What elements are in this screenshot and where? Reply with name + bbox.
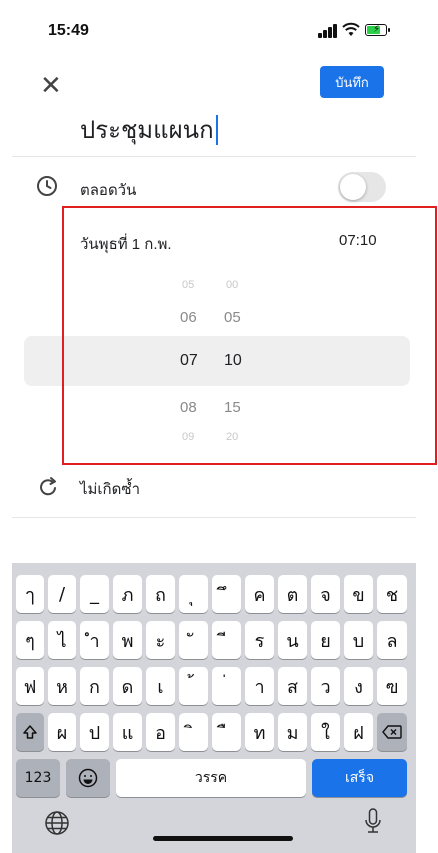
event-title-text: ประชุมแผนก	[80, 117, 214, 144]
space-key[interactable]: วรรค	[116, 759, 306, 797]
key[interactable]: ด	[113, 667, 142, 705]
repeat-option[interactable]: ไม่เกิดซ้ำ	[80, 477, 140, 501]
divider	[12, 156, 416, 157]
key[interactable]: ย	[311, 621, 340, 659]
all-day-toggle[interactable]	[338, 172, 386, 202]
key[interactable]: ี	[212, 621, 241, 659]
key[interactable]: ถ	[146, 575, 175, 613]
key[interactable]: ุ	[179, 575, 208, 613]
key[interactable]: ่	[212, 667, 241, 705]
key[interactable]: ั	[179, 621, 208, 659]
key[interactable]: ไ	[48, 621, 76, 659]
microphone-icon[interactable]	[364, 808, 382, 836]
key[interactable]: ะ	[146, 621, 175, 659]
emoji-key[interactable]	[66, 759, 110, 797]
divider	[12, 517, 416, 518]
key[interactable]: ข	[344, 575, 373, 613]
numbers-key[interactable]: 123	[16, 759, 60, 797]
key[interactable]: ผ	[48, 713, 76, 751]
key[interactable]: ช	[377, 575, 407, 613]
key[interactable]: ำ	[80, 621, 109, 659]
key[interactable]: /	[48, 575, 76, 613]
key[interactable]: า	[245, 667, 274, 705]
save-button[interactable]: บันทึก	[320, 66, 384, 98]
text-cursor	[215, 114, 218, 145]
thai-keyboard: ๅ / _ ภ ถ ุ ึ ค ต จ ข ช ๆ ไ ำ พ ะ ั ี ร …	[12, 563, 416, 853]
key[interactable]: พ	[113, 621, 142, 659]
key[interactable]: ล	[377, 621, 407, 659]
key[interactable]: จ	[311, 575, 340, 613]
key[interactable]: ใ	[311, 713, 340, 751]
key[interactable]: อ	[146, 713, 175, 751]
key[interactable]: ๅ	[16, 575, 44, 613]
key[interactable]: ป	[80, 713, 109, 751]
status-bar: 15:49 ⚡	[12, 0, 416, 60]
key[interactable]: ิ	[179, 713, 208, 751]
key[interactable]: ส	[278, 667, 307, 705]
key[interactable]: ฟ	[16, 667, 44, 705]
key[interactable]: ว	[311, 667, 340, 705]
key[interactable]: เ	[146, 667, 175, 705]
repeat-icon	[40, 477, 56, 496]
event-title-input[interactable]: ประชุมแผนก	[80, 110, 218, 149]
wifi-icon	[342, 22, 360, 36]
battery-charging-icon: ⚡	[365, 24, 390, 36]
key[interactable]: ร	[245, 621, 274, 659]
key[interactable]: ค	[245, 575, 274, 613]
key[interactable]: ม	[278, 713, 307, 751]
key[interactable]: ึ	[212, 575, 241, 613]
shift-icon	[23, 725, 37, 739]
highlight-box	[62, 206, 437, 465]
key[interactable]: _	[80, 575, 109, 613]
key[interactable]: บ	[344, 621, 373, 659]
close-icon[interactable]: ✕	[40, 70, 62, 101]
cellular-signal-icon	[318, 24, 340, 38]
emoji-icon	[78, 768, 98, 788]
key[interactable]: ต	[278, 575, 307, 613]
key[interactable]: ง	[344, 667, 373, 705]
key[interactable]: น	[278, 621, 307, 659]
key[interactable]: ื	[212, 713, 241, 751]
key[interactable]: ๆ	[16, 621, 44, 659]
key[interactable]: ก	[80, 667, 109, 705]
key[interactable]: ฝ	[344, 713, 373, 751]
backspace-icon	[382, 725, 402, 739]
key[interactable]: ภ	[113, 575, 142, 613]
all-day-label: ตลอดวัน	[80, 182, 137, 199]
status-time: 15:49	[48, 22, 89, 39]
key[interactable]: แ	[113, 713, 142, 751]
globe-icon[interactable]	[44, 810, 70, 836]
clock-icon	[37, 176, 57, 196]
key[interactable]: ้	[179, 667, 208, 705]
toggle-knob	[340, 174, 366, 200]
done-key[interactable]: เสร็จ	[312, 759, 407, 797]
key[interactable]: ฃ	[377, 667, 407, 705]
key[interactable]: ท	[245, 713, 274, 751]
key[interactable]: ห	[48, 667, 76, 705]
backspace-key[interactable]	[377, 713, 407, 751]
shift-key[interactable]	[16, 713, 44, 751]
home-indicator	[153, 836, 293, 841]
